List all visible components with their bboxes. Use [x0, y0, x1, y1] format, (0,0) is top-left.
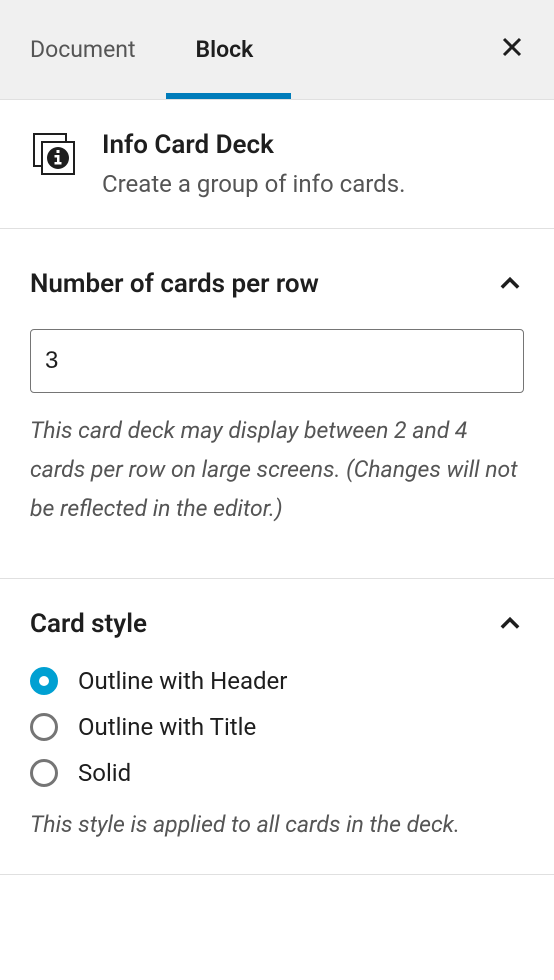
chevron-up-icon — [496, 610, 524, 638]
radio-circle-icon — [30, 759, 58, 787]
cards-per-row-help: This card deck may display between 2 and… — [30, 411, 524, 528]
radio-circle-icon — [30, 667, 58, 695]
tab-block-label: Block — [196, 36, 254, 63]
panel-cards-per-row-title: Number of cards per row — [30, 269, 319, 299]
chevron-up-icon — [496, 270, 524, 298]
panel-card-style-title: Card style — [30, 609, 147, 639]
block-title: Info Card Deck — [102, 130, 405, 160]
cards-per-row-input[interactable] — [30, 329, 524, 393]
block-description: Create a group of info cards. — [102, 170, 405, 198]
radio-outline-header[interactable]: Outline with Header — [30, 667, 524, 695]
panel-card-style: Card style Outline with Header Outline w… — [0, 579, 554, 875]
panel-card-style-header[interactable]: Card style — [30, 609, 524, 639]
radio-circle-icon — [30, 713, 58, 741]
radio-solid[interactable]: Solid — [30, 759, 524, 787]
tab-document-label: Document — [30, 36, 136, 63]
radio-outline-header-label: Outline with Header — [78, 667, 287, 695]
radio-solid-label: Solid — [78, 759, 131, 787]
close-icon — [500, 35, 524, 59]
tab-block[interactable]: Block — [166, 0, 284, 99]
tabs-bar: Document Block — [0, 0, 554, 100]
panel-cards-per-row-header[interactable]: Number of cards per row — [30, 269, 524, 299]
card-style-help: This style is applied to all cards in th… — [30, 805, 524, 844]
block-header-text: Info Card Deck Create a group of info ca… — [102, 130, 405, 198]
block-header: Info Card Deck Create a group of info ca… — [0, 100, 554, 229]
card-style-radio-group: Outline with Header Outline with Title S… — [30, 667, 524, 787]
tab-document[interactable]: Document — [30, 0, 166, 99]
panel-cards-per-row: Number of cards per row This card deck m… — [0, 229, 554, 579]
radio-outline-title-label: Outline with Title — [78, 713, 256, 741]
close-button[interactable] — [500, 32, 524, 67]
info-card-deck-icon — [30, 130, 78, 178]
radio-outline-title[interactable]: Outline with Title — [30, 713, 524, 741]
